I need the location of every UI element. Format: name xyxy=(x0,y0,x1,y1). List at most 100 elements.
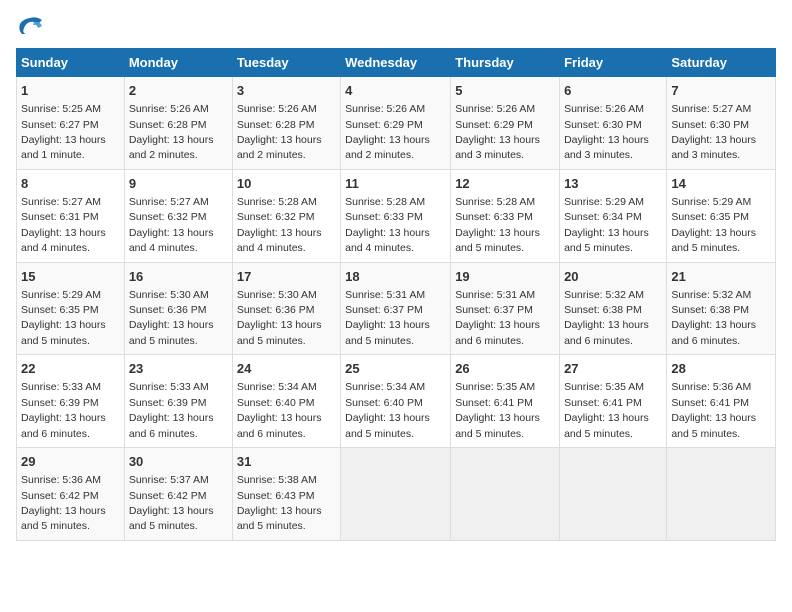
day-number: 8 xyxy=(21,175,120,193)
calendar-cell: 17 Sunrise: 5:30 AMSunset: 6:36 PMDaylig… xyxy=(232,262,340,355)
day-number: 10 xyxy=(237,175,336,193)
day-number: 9 xyxy=(129,175,228,193)
day-info: Sunrise: 5:27 AMSunset: 6:30 PMDaylight:… xyxy=(671,103,756,161)
calendar-header-row: SundayMondayTuesdayWednesdayThursdayFrid… xyxy=(17,49,776,77)
calendar-cell: 14 Sunrise: 5:29 AMSunset: 6:35 PMDaylig… xyxy=(667,169,776,262)
day-number: 31 xyxy=(237,453,336,471)
day-number: 28 xyxy=(671,360,771,378)
calendar-cell: 31 Sunrise: 5:38 AMSunset: 6:43 PMDaylig… xyxy=(232,448,340,541)
day-info: Sunrise: 5:34 AMSunset: 6:40 PMDaylight:… xyxy=(237,381,322,439)
header-day-friday: Friday xyxy=(560,49,667,77)
day-number: 5 xyxy=(455,82,555,100)
day-number: 14 xyxy=(671,175,771,193)
calendar-cell: 12 Sunrise: 5:28 AMSunset: 6:33 PMDaylig… xyxy=(451,169,560,262)
logo-icon xyxy=(16,16,44,36)
day-info: Sunrise: 5:36 AMSunset: 6:41 PMDaylight:… xyxy=(671,381,756,439)
day-info: Sunrise: 5:28 AMSunset: 6:33 PMDaylight:… xyxy=(345,196,430,254)
day-number: 4 xyxy=(345,82,446,100)
calendar-cell: 13 Sunrise: 5:29 AMSunset: 6:34 PMDaylig… xyxy=(560,169,667,262)
calendar-cell: 27 Sunrise: 5:35 AMSunset: 6:41 PMDaylig… xyxy=(560,355,667,448)
calendar-cell: 15 Sunrise: 5:29 AMSunset: 6:35 PMDaylig… xyxy=(17,262,125,355)
calendar-cell: 8 Sunrise: 5:27 AMSunset: 6:31 PMDayligh… xyxy=(17,169,125,262)
day-number: 11 xyxy=(345,175,446,193)
calendar-cell: 6 Sunrise: 5:26 AMSunset: 6:30 PMDayligh… xyxy=(560,77,667,170)
day-number: 12 xyxy=(455,175,555,193)
day-info: Sunrise: 5:28 AMSunset: 6:32 PMDaylight:… xyxy=(237,196,322,254)
day-info: Sunrise: 5:31 AMSunset: 6:37 PMDaylight:… xyxy=(455,289,540,347)
day-info: Sunrise: 5:25 AMSunset: 6:27 PMDaylight:… xyxy=(21,103,106,161)
calendar-cell: 21 Sunrise: 5:32 AMSunset: 6:38 PMDaylig… xyxy=(667,262,776,355)
calendar-week-row: 8 Sunrise: 5:27 AMSunset: 6:31 PMDayligh… xyxy=(17,169,776,262)
day-number: 18 xyxy=(345,268,446,286)
logo xyxy=(16,16,48,36)
day-number: 13 xyxy=(564,175,662,193)
day-number: 6 xyxy=(564,82,662,100)
day-info: Sunrise: 5:35 AMSunset: 6:41 PMDaylight:… xyxy=(455,381,540,439)
calendar-cell: 16 Sunrise: 5:30 AMSunset: 6:36 PMDaylig… xyxy=(124,262,232,355)
day-number: 17 xyxy=(237,268,336,286)
calendar-cell: 11 Sunrise: 5:28 AMSunset: 6:33 PMDaylig… xyxy=(341,169,451,262)
day-info: Sunrise: 5:29 AMSunset: 6:35 PMDaylight:… xyxy=(671,196,756,254)
day-info: Sunrise: 5:27 AMSunset: 6:31 PMDaylight:… xyxy=(21,196,106,254)
day-info: Sunrise: 5:28 AMSunset: 6:33 PMDaylight:… xyxy=(455,196,540,254)
day-number: 19 xyxy=(455,268,555,286)
day-number: 3 xyxy=(237,82,336,100)
day-info: Sunrise: 5:34 AMSunset: 6:40 PMDaylight:… xyxy=(345,381,430,439)
day-number: 26 xyxy=(455,360,555,378)
day-number: 21 xyxy=(671,268,771,286)
day-info: Sunrise: 5:30 AMSunset: 6:36 PMDaylight:… xyxy=(237,289,322,347)
day-info: Sunrise: 5:26 AMSunset: 6:30 PMDaylight:… xyxy=(564,103,649,161)
calendar-cell xyxy=(667,448,776,541)
day-number: 1 xyxy=(21,82,120,100)
day-number: 16 xyxy=(129,268,228,286)
calendar-cell: 5 Sunrise: 5:26 AMSunset: 6:29 PMDayligh… xyxy=(451,77,560,170)
day-number: 7 xyxy=(671,82,771,100)
calendar-cell: 26 Sunrise: 5:35 AMSunset: 6:41 PMDaylig… xyxy=(451,355,560,448)
day-number: 20 xyxy=(564,268,662,286)
calendar-cell: 30 Sunrise: 5:37 AMSunset: 6:42 PMDaylig… xyxy=(124,448,232,541)
calendar-cell: 10 Sunrise: 5:28 AMSunset: 6:32 PMDaylig… xyxy=(232,169,340,262)
calendar-cell: 3 Sunrise: 5:26 AMSunset: 6:28 PMDayligh… xyxy=(232,77,340,170)
day-number: 30 xyxy=(129,453,228,471)
calendar-cell: 4 Sunrise: 5:26 AMSunset: 6:29 PMDayligh… xyxy=(341,77,451,170)
calendar-cell: 29 Sunrise: 5:36 AMSunset: 6:42 PMDaylig… xyxy=(17,448,125,541)
calendar-cell: 25 Sunrise: 5:34 AMSunset: 6:40 PMDaylig… xyxy=(341,355,451,448)
calendar-week-row: 1 Sunrise: 5:25 AMSunset: 6:27 PMDayligh… xyxy=(17,77,776,170)
calendar-cell: 19 Sunrise: 5:31 AMSunset: 6:37 PMDaylig… xyxy=(451,262,560,355)
page-header xyxy=(16,16,776,36)
day-info: Sunrise: 5:29 AMSunset: 6:34 PMDaylight:… xyxy=(564,196,649,254)
day-number: 24 xyxy=(237,360,336,378)
header-day-saturday: Saturday xyxy=(667,49,776,77)
calendar-cell: 28 Sunrise: 5:36 AMSunset: 6:41 PMDaylig… xyxy=(667,355,776,448)
header-day-sunday: Sunday xyxy=(17,49,125,77)
day-info: Sunrise: 5:37 AMSunset: 6:42 PMDaylight:… xyxy=(129,474,214,532)
calendar-cell xyxy=(341,448,451,541)
day-info: Sunrise: 5:26 AMSunset: 6:28 PMDaylight:… xyxy=(237,103,322,161)
day-info: Sunrise: 5:33 AMSunset: 6:39 PMDaylight:… xyxy=(129,381,214,439)
day-number: 2 xyxy=(129,82,228,100)
day-info: Sunrise: 5:36 AMSunset: 6:42 PMDaylight:… xyxy=(21,474,106,532)
calendar-cell: 20 Sunrise: 5:32 AMSunset: 6:38 PMDaylig… xyxy=(560,262,667,355)
day-info: Sunrise: 5:29 AMSunset: 6:35 PMDaylight:… xyxy=(21,289,106,347)
calendar-cell: 23 Sunrise: 5:33 AMSunset: 6:39 PMDaylig… xyxy=(124,355,232,448)
day-number: 22 xyxy=(21,360,120,378)
day-info: Sunrise: 5:31 AMSunset: 6:37 PMDaylight:… xyxy=(345,289,430,347)
day-number: 23 xyxy=(129,360,228,378)
day-info: Sunrise: 5:38 AMSunset: 6:43 PMDaylight:… xyxy=(237,474,322,532)
day-info: Sunrise: 5:26 AMSunset: 6:28 PMDaylight:… xyxy=(129,103,214,161)
calendar-cell: 18 Sunrise: 5:31 AMSunset: 6:37 PMDaylig… xyxy=(341,262,451,355)
calendar-cell: 7 Sunrise: 5:27 AMSunset: 6:30 PMDayligh… xyxy=(667,77,776,170)
calendar-cell xyxy=(560,448,667,541)
day-info: Sunrise: 5:30 AMSunset: 6:36 PMDaylight:… xyxy=(129,289,214,347)
calendar-cell xyxy=(451,448,560,541)
day-number: 25 xyxy=(345,360,446,378)
calendar-cell: 1 Sunrise: 5:25 AMSunset: 6:27 PMDayligh… xyxy=(17,77,125,170)
calendar-cell: 9 Sunrise: 5:27 AMSunset: 6:32 PMDayligh… xyxy=(124,169,232,262)
day-number: 29 xyxy=(21,453,120,471)
day-info: Sunrise: 5:32 AMSunset: 6:38 PMDaylight:… xyxy=(564,289,649,347)
day-info: Sunrise: 5:32 AMSunset: 6:38 PMDaylight:… xyxy=(671,289,756,347)
calendar-week-row: 15 Sunrise: 5:29 AMSunset: 6:35 PMDaylig… xyxy=(17,262,776,355)
calendar-week-row: 22 Sunrise: 5:33 AMSunset: 6:39 PMDaylig… xyxy=(17,355,776,448)
calendar-cell: 24 Sunrise: 5:34 AMSunset: 6:40 PMDaylig… xyxy=(232,355,340,448)
day-info: Sunrise: 5:35 AMSunset: 6:41 PMDaylight:… xyxy=(564,381,649,439)
